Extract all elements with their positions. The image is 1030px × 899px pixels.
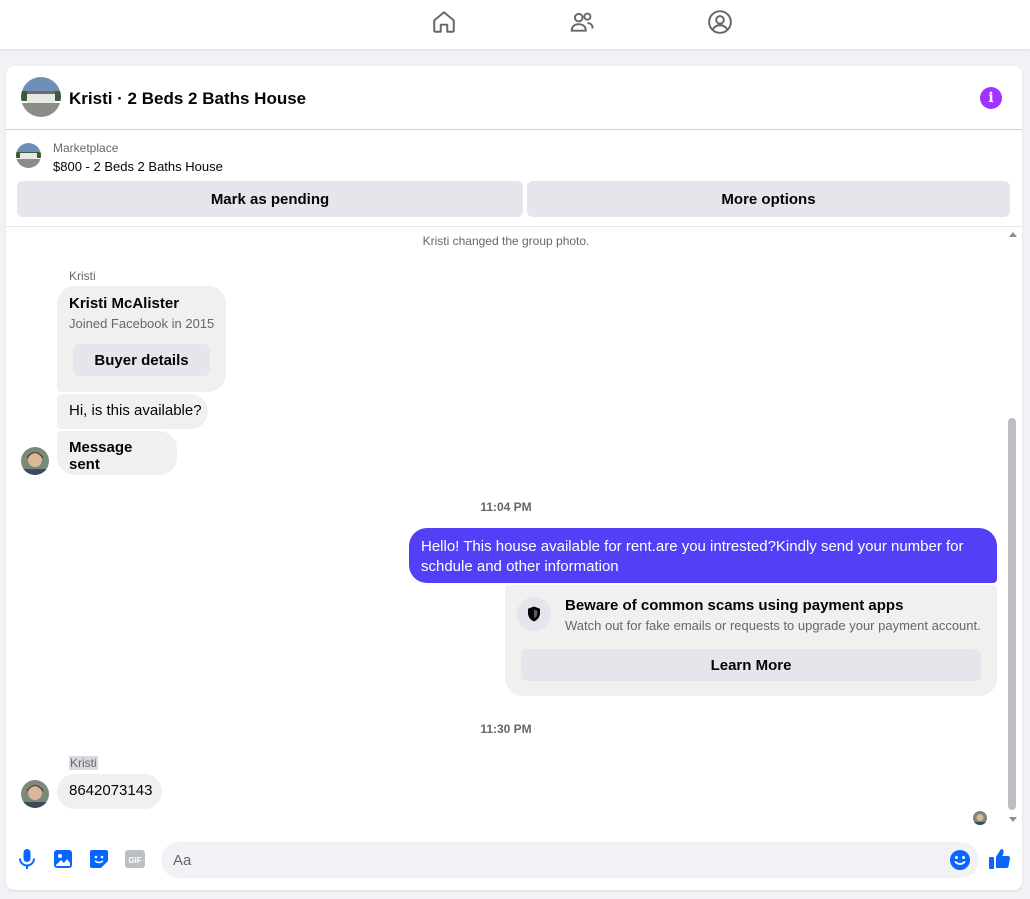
chat-panel: Kristi · 2 Beds 2 Baths House i Marketpl… <box>6 66 1022 890</box>
scrollbar-thumb[interactable] <box>1008 418 1016 810</box>
sender-name: Kristi <box>69 756 98 770</box>
scam-warning-card: Beware of common scams using payment app… <box>505 585 997 696</box>
marketplace-label: Marketplace <box>53 141 119 155</box>
sender-name: Kristi <box>69 269 96 283</box>
incoming-message: 8642073143 <box>57 774 162 809</box>
gif-label: GIF <box>128 856 141 865</box>
message-thread: Kristi changed the group photo. Kristi K… <box>6 228 1022 833</box>
system-note: Kristi changed the group photo. <box>422 234 590 248</box>
shield-icon <box>517 597 551 631</box>
outgoing-message: Hello! This house available for rent.are… <box>409 528 997 583</box>
group-avatar[interactable] <box>21 77 61 117</box>
photo-icon[interactable] <box>52 848 74 870</box>
buyer-name: Kristi McAlister <box>69 295 180 312</box>
mark-as-pending-button[interactable]: Mark as pending <box>17 181 523 217</box>
timestamp: 11:04 PM <box>480 500 532 514</box>
friends-icon[interactable] <box>568 8 596 36</box>
timestamp: 11:30 PM <box>480 722 532 736</box>
buyer-info-card: Kristi McAlister Joined Facebook in 2015… <box>57 286 226 392</box>
message-input-wrapper <box>161 842 979 878</box>
message-input[interactable] <box>173 842 943 878</box>
home-icon[interactable] <box>430 8 458 36</box>
profile-icon[interactable] <box>706 8 734 36</box>
incoming-message: Hi, is this available? <box>57 394 208 429</box>
scroll-down-arrow-icon[interactable] <box>1009 817 1017 822</box>
avatar[interactable] <box>21 447 49 475</box>
chat-header: Kristi · 2 Beds 2 Baths House i <box>6 66 1022 130</box>
message-composer: GIF <box>6 833 1022 890</box>
read-receipt-avatar <box>973 811 987 825</box>
thumbs-up-icon[interactable] <box>988 847 1012 871</box>
scam-warning-title: Beware of common scams using payment app… <box>565 597 904 614</box>
avatar[interactable] <box>21 780 49 808</box>
marketplace-listing-bar: Marketplace $800 - 2 Beds 2 Baths House … <box>6 131 1022 227</box>
scrollbar[interactable] <box>1006 228 1020 833</box>
buyer-details-button[interactable]: Buyer details <box>73 344 210 376</box>
chat-title: Kristi · 2 Beds 2 Baths House <box>69 89 307 108</box>
top-navigation-bar <box>0 0 1030 50</box>
scroll-up-arrow-icon[interactable] <box>1009 232 1017 237</box>
emoji-icon[interactable] <box>949 849 971 871</box>
sticker-icon[interactable] <box>88 848 110 870</box>
listing-title[interactable]: $800 - 2 Beds 2 Baths House <box>53 159 223 174</box>
listing-thumbnail[interactable] <box>16 143 41 168</box>
incoming-message: Message sent <box>57 431 177 475</box>
learn-more-button[interactable]: Learn More <box>521 649 981 681</box>
info-icon[interactable]: i <box>980 87 1002 109</box>
scam-warning-subtitle: Watch out for fake emails or requests to… <box>565 618 981 633</box>
more-options-button[interactable]: More options <box>527 181 1010 217</box>
buyer-joined: Joined Facebook in 2015 <box>69 316 215 331</box>
gif-icon[interactable]: GIF <box>124 848 146 870</box>
microphone-icon[interactable] <box>16 848 38 870</box>
